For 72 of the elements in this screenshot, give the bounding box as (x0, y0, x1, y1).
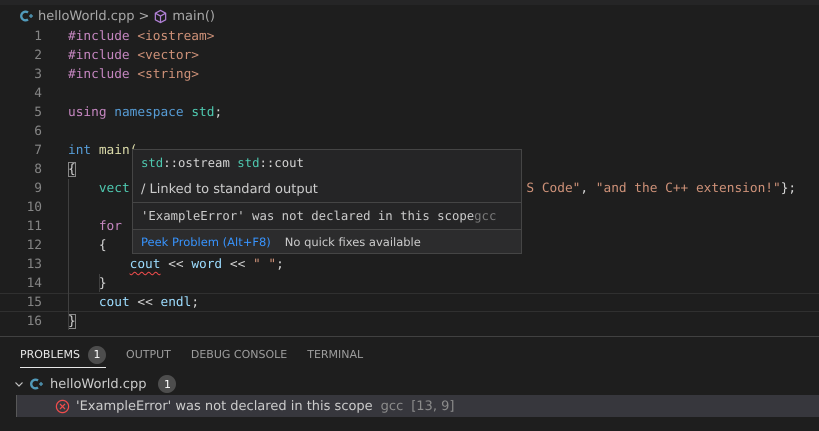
code-token: { (98, 238, 107, 253)
code-token: { (68, 162, 76, 177)
line-number: 8 (33, 162, 42, 177)
line-number: 9 (33, 181, 42, 196)
problem-message: 'ExampleError' was not declared in this scope (76, 398, 373, 414)
line-number: 16 (26, 314, 42, 329)
code-token: ; (276, 257, 284, 272)
code-token: }; (780, 181, 796, 196)
code-token: endl (160, 295, 192, 310)
hover-signature: std::ostream std::cout (140, 155, 305, 172)
problem-row[interactable]: 'ExampleError' was not declared in this scope gcc [13, 9] (16, 395, 819, 417)
problem-location: [13, 9] (411, 398, 454, 414)
line-number: 11 (26, 219, 42, 234)
chevron-icon[interactable] (14, 379, 24, 389)
code-token: for (98, 219, 122, 234)
line-number: 3 (33, 67, 42, 82)
code-token: "and the C++ extension!" (596, 181, 781, 196)
count-badge: 1 (88, 346, 106, 364)
hover-doc: / Linked to standard output (133, 176, 521, 203)
code-token: vect (98, 181, 130, 196)
code-token: cout (130, 257, 160, 272)
code-token: cout (98, 295, 130, 310)
code-token: ; (214, 105, 222, 120)
line-number: 6 (33, 124, 42, 139)
code-token: #include (68, 48, 130, 63)
line-number: 1 (33, 29, 42, 44)
code-token: <vector> (137, 48, 199, 63)
breadcrumb-separator: > (138, 8, 150, 24)
peek-problem-link[interactable]: Peek Problem (Alt+F8) (141, 234, 271, 248)
quick-fix-text: No quick fixes available (284, 234, 421, 248)
code-token: , (580, 181, 590, 196)
code-token: <iostream> (137, 29, 214, 44)
line-number: 2 (33, 48, 42, 63)
code-token: << (168, 257, 185, 272)
panel-tab[interactable]: DEBUG CONSOLE (190, 342, 288, 368)
code-token: << (230, 257, 246, 272)
code-token: namespace (114, 105, 184, 120)
line-number: 5 (33, 105, 42, 120)
code-token: std (191, 105, 214, 120)
line-number: 7 (33, 143, 42, 158)
code-token: #include (68, 67, 130, 82)
cube-icon (153, 8, 168, 24)
line-number: 10 (26, 200, 42, 215)
count-badge: 1 (158, 375, 176, 393)
code-token: " " (252, 257, 276, 272)
code-token: ; (191, 295, 200, 310)
line-number: 4 (33, 86, 42, 101)
code-token: } (68, 314, 76, 329)
cpp-file-icon (30, 378, 44, 390)
breadcrumb-file[interactable]: helloWorld.cpp (38, 8, 134, 24)
code-token: S Code" (526, 181, 580, 196)
code-token: using (68, 105, 107, 120)
code-token: int (68, 143, 92, 158)
line-number: 15 (26, 295, 42, 310)
breadcrumb-symbol[interactable]: main() (172, 8, 215, 24)
panel-tab[interactable]: PROBLEMS 1 (20, 342, 106, 368)
line-number: 13 (26, 257, 42, 272)
file-name[interactable]: helloWorld.cpp (50, 376, 146, 392)
line-number: 14 (26, 276, 42, 291)
error-icon (55, 398, 70, 414)
code-token: word (191, 257, 222, 272)
code-token: } (98, 276, 107, 291)
problem-source: gcc (380, 398, 404, 414)
code-token: <string> (137, 67, 199, 82)
hover-source: gcc (474, 209, 496, 223)
cpp-file-icon (20, 10, 34, 22)
panel-tab[interactable]: TERMINAL (307, 342, 364, 368)
panel-tab[interactable]: OUTPUT (126, 342, 171, 368)
code-token: << (137, 295, 154, 310)
hover-error: 'ExampleError' was not declared in this scope (141, 209, 474, 223)
line-number: 12 (26, 238, 42, 253)
code-token: #include (68, 29, 130, 44)
